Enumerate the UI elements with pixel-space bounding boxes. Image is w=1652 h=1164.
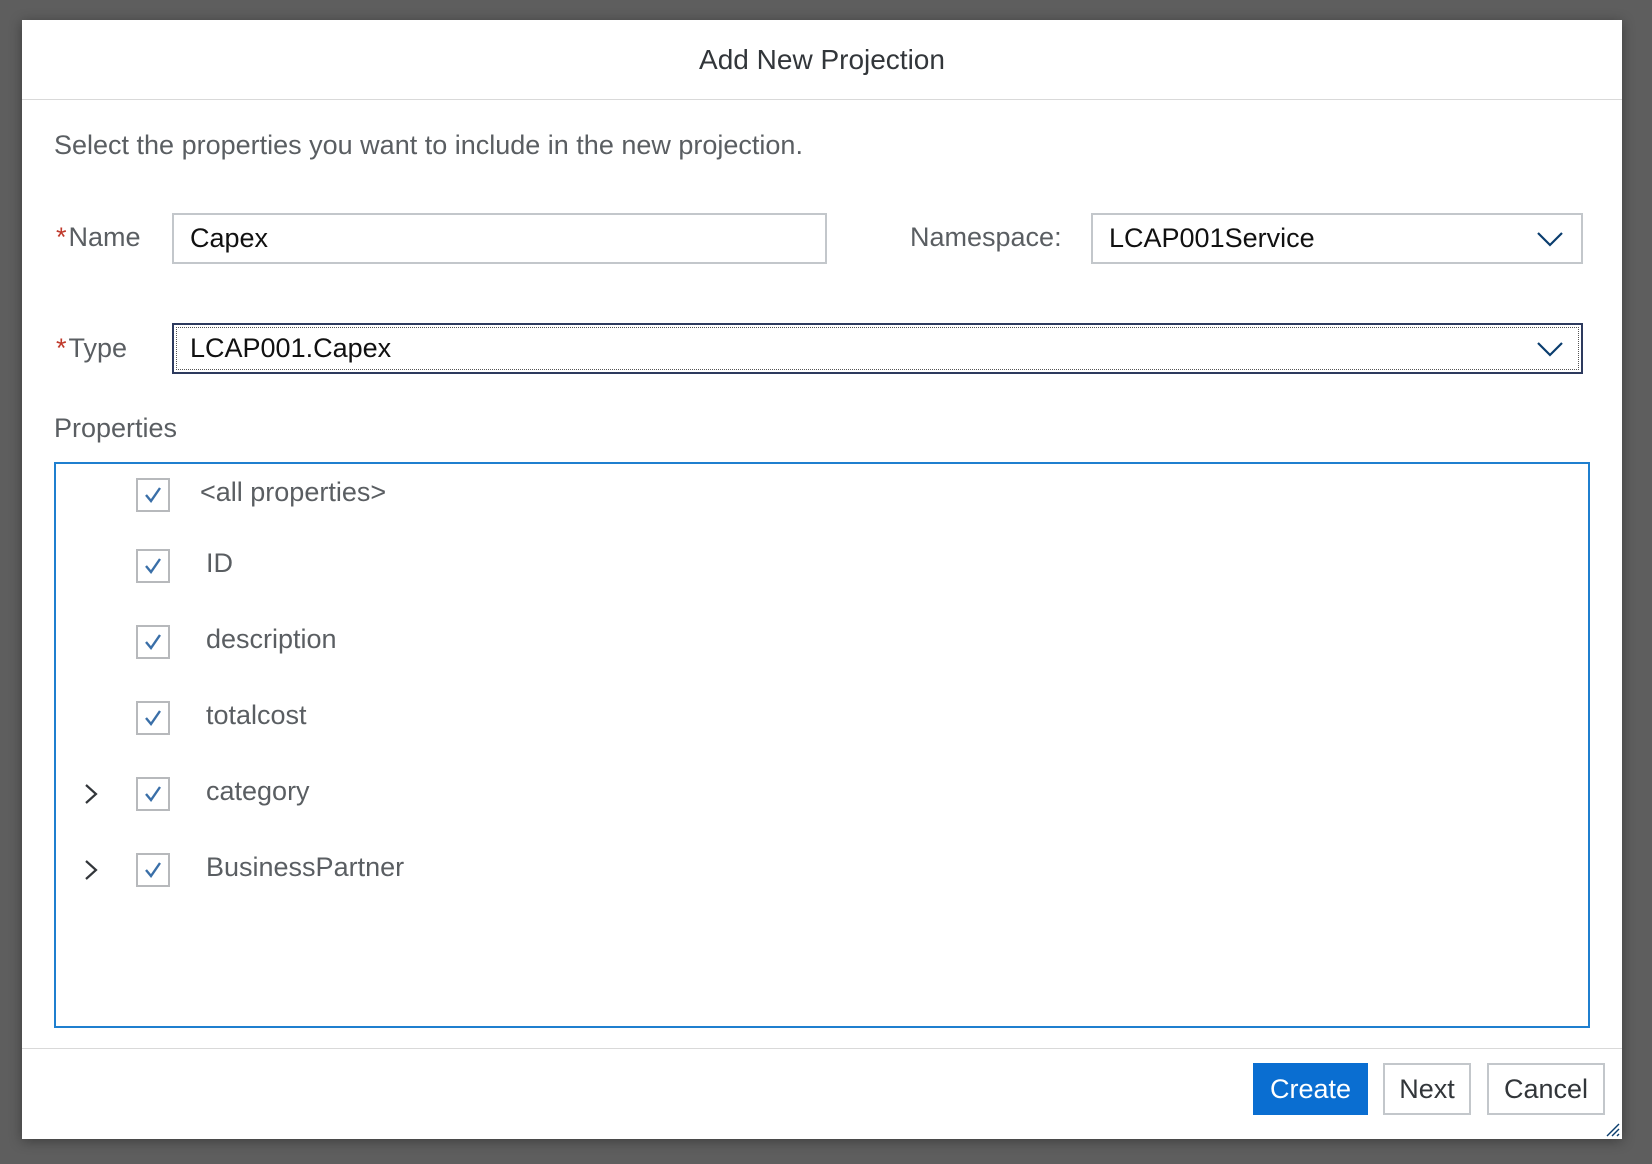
type-select-value: LCAP001.Capex: [190, 333, 392, 363]
dialog-instructions: Select the properties you want to includ…: [54, 130, 803, 160]
checkbox-description[interactable]: [136, 625, 170, 659]
tree-label: BusinessPartner: [206, 852, 405, 882]
tree-label: description: [206, 624, 337, 654]
name-input[interactable]: Capex: [172, 213, 827, 264]
check-icon: [145, 634, 161, 650]
name-input-value: Capex: [190, 223, 269, 253]
tree-label: category: [206, 776, 310, 806]
checkbox-category[interactable]: [136, 777, 170, 811]
type-label-text: Type: [68, 333, 128, 363]
checkbox-totalcost[interactable]: [136, 701, 170, 735]
chevron-right-icon[interactable]: [80, 858, 102, 882]
properties-label: Properties: [54, 413, 178, 443]
dialog-title: Add New Projection: [699, 43, 945, 75]
namespace-select-value: LCAP001Service: [1109, 223, 1315, 253]
tree-label: <all properties>: [200, 477, 387, 507]
namespace-label: Namespace:: [910, 222, 1062, 252]
type-label: *Type: [56, 333, 127, 364]
namespace-select[interactable]: LCAP001Service: [1091, 213, 1583, 264]
tree-row-businesspartner[interactable]: BusinessPartner: [56, 850, 1588, 890]
name-label-text: Name: [68, 222, 141, 252]
dialog-header: Add New Projection: [22, 20, 1622, 100]
create-button[interactable]: Create: [1253, 1063, 1368, 1115]
check-icon: [145, 710, 161, 726]
add-projection-dialog: Add New Projection Select the properties…: [22, 20, 1622, 1139]
check-icon: [145, 487, 161, 503]
check-icon: [145, 558, 161, 574]
cancel-button[interactable]: Cancel: [1487, 1063, 1605, 1115]
properties-tree: <all properties> ID description totalcos…: [54, 462, 1590, 1028]
required-marker: *: [56, 222, 67, 252]
name-label: *Name: [56, 222, 141, 253]
tree-row-all-properties[interactable]: <all properties>: [56, 475, 1588, 515]
tree-row-category[interactable]: category: [56, 774, 1588, 814]
chevron-right-icon[interactable]: [80, 782, 102, 806]
tree-row-totalcost[interactable]: totalcost: [56, 698, 1588, 738]
type-select[interactable]: LCAP001.Capex: [172, 323, 1583, 374]
chevron-down-icon: [1537, 231, 1563, 247]
check-icon: [145, 862, 161, 878]
resize-grip-icon[interactable]: [1604, 1121, 1620, 1137]
tree-row-description[interactable]: description: [56, 622, 1588, 662]
check-icon: [145, 786, 161, 802]
checkbox-all-properties[interactable]: [136, 478, 170, 512]
required-marker: *: [56, 333, 67, 363]
chevron-down-icon: [1537, 341, 1563, 357]
tree-label: ID: [206, 548, 233, 578]
tree-row-id[interactable]: ID: [56, 546, 1588, 586]
dialog-footer: Create Next Cancel: [22, 1048, 1622, 1139]
checkbox-businesspartner[interactable]: [136, 853, 170, 887]
tree-label: totalcost: [206, 700, 307, 730]
checkbox-id[interactable]: [136, 549, 170, 583]
next-button[interactable]: Next: [1383, 1063, 1471, 1115]
